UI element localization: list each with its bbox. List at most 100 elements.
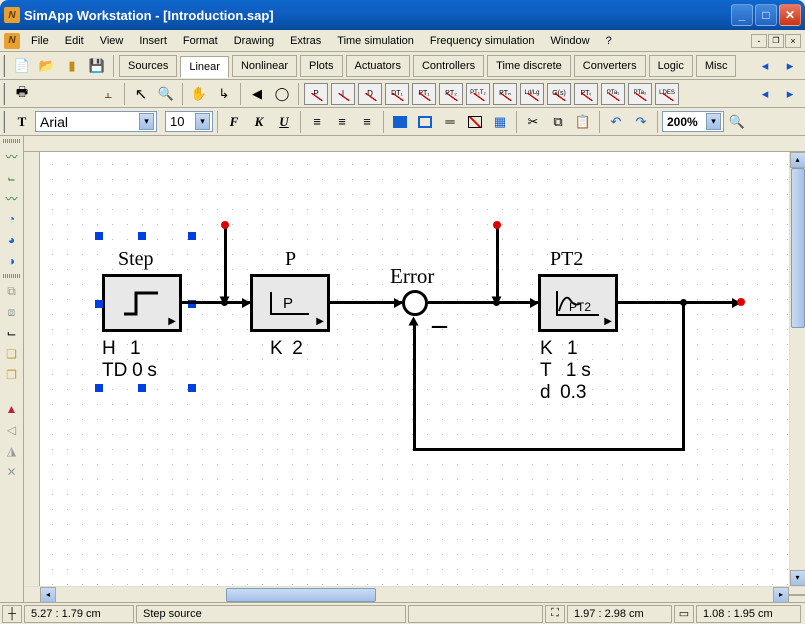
wire[interactable]	[182, 301, 250, 304]
menu-drawing[interactable]: Drawing	[227, 33, 281, 49]
diagram-canvas[interactable]: Step ▶ H 1 TD 0 s	[40, 152, 789, 586]
redo-button[interactable]: ↷	[629, 110, 653, 134]
print-button[interactable]: 🖶	[10, 82, 34, 106]
align-center-button[interactable]: ≡	[330, 110, 354, 134]
selection-handle[interactable]	[95, 384, 103, 392]
no-fill-button[interactable]	[463, 110, 487, 134]
tool-rotate[interactable]: ◮	[2, 441, 22, 461]
maximize-button[interactable]: □	[755, 4, 777, 26]
menu-format[interactable]: Format	[176, 33, 225, 49]
menu-file[interactable]: File	[24, 33, 56, 49]
close-button[interactable]: ✕	[779, 4, 801, 26]
tool-flip-v[interactable]: ◁	[2, 420, 22, 440]
tool-freq-sim[interactable]: ◑	[2, 251, 22, 271]
copy-button[interactable]: ⧉	[546, 110, 570, 134]
output-node[interactable]	[737, 298, 745, 306]
menu-insert[interactable]: Insert	[132, 33, 174, 49]
block-pt1[interactable]: PT₁	[412, 83, 436, 105]
open-button[interactable]: 📂	[35, 54, 59, 78]
scroll-thumb-v[interactable]	[791, 168, 805, 328]
mdi-minimize-button[interactable]: -	[751, 34, 767, 48]
folder-button[interactable]: ▮	[60, 54, 84, 78]
wire-tool-button[interactable]: ↳	[212, 82, 236, 106]
grid-button[interactable]: ▦	[488, 110, 512, 134]
probe-node[interactable]	[493, 221, 501, 229]
tool-flip-h[interactable]: ▲	[2, 399, 22, 419]
tool-sine-wave-2[interactable]: 〰	[2, 188, 22, 208]
scroll-thumb-h[interactable]	[226, 588, 376, 602]
tab-controllers[interactable]: Controllers	[413, 55, 484, 77]
block-d[interactable]: D	[358, 83, 382, 105]
selection-handle[interactable]	[138, 232, 146, 240]
menu-freqsim[interactable]: Frequency simulation	[423, 33, 542, 49]
block-pt1t2[interactable]: PT₁T₂	[466, 83, 490, 105]
mdi-close-button[interactable]: ×	[785, 34, 801, 48]
zoom-fit-button[interactable]: 🔍	[725, 110, 749, 134]
mdi-restore-button[interactable]: ❐	[768, 34, 784, 48]
tool-close[interactable]: ✕	[2, 462, 22, 482]
wire[interactable]	[428, 301, 538, 304]
tab-sources[interactable]: Sources	[119, 55, 177, 77]
minimize-button[interactable]: _	[731, 4, 753, 26]
tab-converters[interactable]: Converters	[574, 55, 646, 77]
tab-plots[interactable]: Plots	[300, 55, 342, 77]
pan-tool-button[interactable]: ✋	[187, 82, 211, 106]
block-pt2[interactable]: PT2 ▶	[538, 274, 618, 332]
menu-help[interactable]: ?	[599, 33, 619, 49]
summing-junction[interactable]	[402, 290, 428, 316]
block-dt1[interactable]: DT₁	[385, 83, 409, 105]
cut-button[interactable]: ✂	[521, 110, 545, 134]
palette-scroll-right-button[interactable]: ▸	[778, 82, 802, 106]
italic-button[interactable]: K	[247, 110, 271, 134]
font-size-combo[interactable]: 10 ▾	[165, 111, 213, 132]
block-pta2[interactable]: PTa₂	[628, 83, 652, 105]
tool-send-back[interactable]: ❐	[2, 365, 22, 385]
selection-handle[interactable]	[95, 232, 103, 240]
block-ldes[interactable]: LDES	[655, 83, 679, 105]
align-right-button[interactable]: ≡	[355, 110, 379, 134]
block-pta1[interactable]: PTa₁	[601, 83, 625, 105]
block-p[interactable]: P	[304, 83, 328, 105]
block-pt2[interactable]: PT₂	[439, 83, 463, 105]
wire[interactable]	[330, 301, 402, 304]
block-ptn[interactable]: PTₙ	[493, 83, 517, 105]
tab-logic[interactable]: Logic	[649, 55, 693, 77]
sum-block-button[interactable]: ◯	[270, 82, 294, 106]
wire[interactable]	[413, 322, 416, 451]
scroll-down-button[interactable]: ▾	[790, 570, 805, 586]
scrollbar-vertical[interactable]: ▴ ▾	[789, 152, 805, 586]
selection-handle[interactable]	[188, 384, 196, 392]
block-i[interactable]: I	[331, 83, 355, 105]
tab-timediscrete[interactable]: Time discrete	[487, 55, 571, 77]
line-style-button[interactable]: ═	[438, 110, 462, 134]
scroll-up-button[interactable]: ▴	[790, 152, 805, 168]
scroll-left-button[interactable]: ◂	[40, 587, 56, 603]
menu-extras[interactable]: Extras	[283, 33, 328, 49]
selection-handle[interactable]	[95, 300, 103, 308]
paste-button[interactable]: 📋	[571, 110, 595, 134]
text-tool-button[interactable]: T	[10, 110, 34, 134]
tool-bring-front[interactable]: ❏	[2, 344, 22, 364]
block-step[interactable]: ▶	[102, 274, 182, 332]
pointer-tool-button[interactable]: ↖	[129, 82, 153, 106]
bold-button[interactable]: F	[222, 110, 246, 134]
tool-anchor[interactable]: ⌙	[2, 323, 22, 343]
probe-node[interactable]	[221, 221, 229, 229]
scrollbar-horizontal[interactable]: ◂ ▸	[24, 586, 805, 602]
tab-misc[interactable]: Misc	[696, 55, 737, 77]
block-ptt[interactable]: PTₜ	[574, 83, 598, 105]
block-ldlg[interactable]: Ld/Lg	[520, 83, 544, 105]
wire[interactable]	[618, 301, 738, 304]
flip-button[interactable]: ◀	[245, 82, 269, 106]
zoom-combo[interactable]: 200% ▾	[662, 111, 724, 132]
line-color-button[interactable]	[413, 110, 437, 134]
wire[interactable]	[682, 301, 685, 451]
menu-timesim[interactable]: Time simulation	[330, 33, 421, 49]
save-button[interactable]: 💾	[85, 54, 109, 78]
wire[interactable]	[413, 448, 685, 451]
tool-ungroup[interactable]: ⧈	[2, 302, 22, 322]
scroll-right-button[interactable]: ▸	[773, 587, 789, 603]
block-p[interactable]: P ▶	[250, 274, 330, 332]
probe-button[interactable]: ⫠	[96, 82, 120, 106]
align-left-button[interactable]: ≡	[305, 110, 329, 134]
